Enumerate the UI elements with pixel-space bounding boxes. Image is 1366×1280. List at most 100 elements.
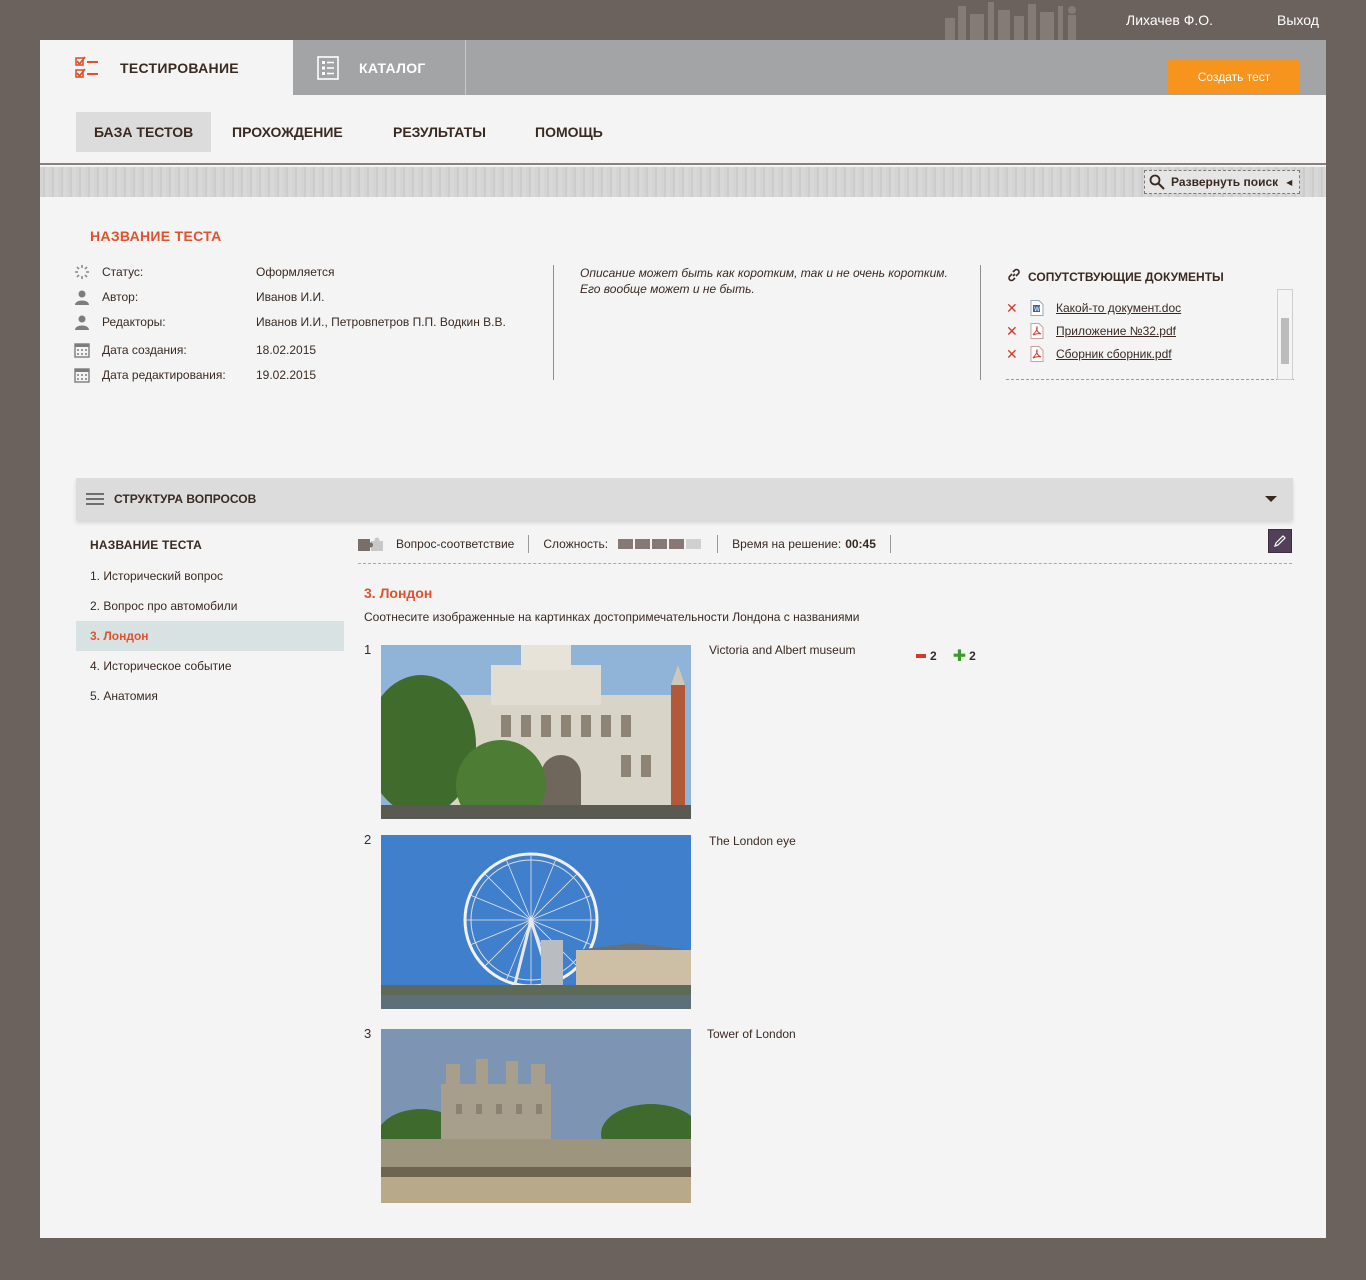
status-spinner-icon bbox=[74, 264, 90, 280]
scrollbar-thumb[interactable] bbox=[1281, 318, 1289, 364]
difficulty-segment-filled bbox=[669, 539, 685, 549]
document-link[interactable]: Приложение №32.pdf bbox=[1056, 324, 1176, 338]
status-value: Оформляется bbox=[256, 265, 335, 279]
question-meta: Вопрос-соответствие Сложность: Время на … bbox=[358, 532, 905, 556]
logout-link[interactable]: Выход bbox=[1277, 12, 1319, 28]
documents-list: ✕ W Какой-то документ.doc ✕ Приложение №… bbox=[1006, 290, 1294, 380]
question-item[interactable]: 4. Историческое событие bbox=[76, 651, 344, 681]
author-value: Иванов И.И. bbox=[256, 290, 325, 304]
subnav-help[interactable]: ПОМОЩЬ bbox=[517, 112, 621, 152]
separator bbox=[528, 535, 530, 553]
score-minus: 2 bbox=[930, 649, 937, 663]
user-icon bbox=[74, 289, 90, 305]
difficulty-segment-filled bbox=[652, 539, 668, 549]
divider bbox=[980, 265, 981, 380]
created-label: Дата создания: bbox=[102, 343, 187, 357]
document-link[interactable]: Какой-то документ.doc bbox=[1056, 301, 1181, 315]
delete-icon[interactable]: ✕ bbox=[1006, 300, 1030, 317]
document-link[interactable]: Сборник сборник.pdf bbox=[1056, 347, 1172, 361]
info-editors: Редакторы: Иванов И.И., Петровпетров П.П… bbox=[74, 312, 506, 332]
info-created: Дата создания: 18.02.2015 bbox=[74, 340, 316, 360]
user-icon bbox=[74, 314, 90, 330]
info-author: Автор: Иванов И.И. bbox=[74, 287, 324, 307]
editors-label: Редакторы: bbox=[102, 315, 166, 329]
question-item[interactable]: 5. Анатомия bbox=[76, 681, 344, 711]
chevron-down-icon[interactable] bbox=[1265, 492, 1277, 506]
pair-name: Victoria and Albert museum bbox=[709, 643, 856, 657]
search-icon bbox=[1149, 174, 1165, 190]
document-item: ✕ Приложение №32.pdf bbox=[1006, 322, 1176, 340]
sub-navigation: БАЗА ТЕСТОВ ПРОХОЖДЕНИЕ РЕЗУЛЬТАТЫ ПОМОЩ… bbox=[40, 95, 1326, 165]
search-strip: Развернуть поиск ◀ bbox=[40, 167, 1326, 197]
difficulty-label: Сложность: bbox=[543, 537, 609, 551]
author-label: Автор: bbox=[102, 290, 139, 304]
pencil-icon bbox=[1273, 534, 1287, 548]
tab-testing-label: ТЕСТИРОВАНИЕ bbox=[120, 59, 239, 76]
chevron-left-icon: ◀ bbox=[1286, 177, 1293, 187]
score-indicator: 2 ✚ 2 bbox=[916, 646, 976, 666]
difficulty-indicator bbox=[618, 539, 703, 549]
pdf-file-icon bbox=[1030, 346, 1050, 362]
pair-number: 3 bbox=[364, 1026, 372, 1041]
expand-search-label: Развернуть поиск bbox=[1171, 175, 1279, 189]
structure-header[interactable]: СТРУКТУРА ВОПРОСОВ bbox=[76, 478, 1293, 520]
question-item[interactable]: 2. Вопрос про автомобили bbox=[76, 591, 344, 621]
tower-image[interactable] bbox=[381, 1029, 691, 1203]
structure-title: СТРУКТУРА ВОПРОСОВ bbox=[114, 492, 257, 506]
question-text: Соотнесите изображенные на картинках дос… bbox=[364, 610, 860, 624]
documents-title: СОПУТСТВУЮЩИЕ ДОКУМЕНТЫ bbox=[1006, 267, 1224, 286]
tab-testing[interactable]: ТЕСТИРОВАНИЕ bbox=[40, 40, 293, 95]
plus-icon: ✚ bbox=[952, 648, 967, 665]
meta-divider bbox=[358, 563, 1292, 564]
documents-title-label: СОПУТСТВУЮЩИЕ ДОКУМЕНТЫ bbox=[1028, 269, 1224, 284]
time-value: 00:45 bbox=[845, 537, 876, 551]
expand-search-button[interactable]: Развернуть поиск ◀ bbox=[1144, 170, 1300, 194]
subnav-tests-base[interactable]: БАЗА ТЕСТОВ bbox=[76, 112, 212, 152]
app-container: ТЕСТИРОВАНИЕ КАТАЛОГ Создать тест БАЗА Т… bbox=[40, 40, 1326, 1238]
minus-icon bbox=[916, 654, 926, 658]
edited-value: 19.02.2015 bbox=[256, 368, 317, 382]
difficulty-segment-empty bbox=[686, 539, 702, 549]
calendar-icon bbox=[74, 342, 90, 358]
created-value: 18.02.2015 bbox=[256, 343, 317, 357]
question-item-active[interactable]: 3. Лондон bbox=[76, 621, 344, 651]
question-title: 3. Лондон bbox=[364, 585, 433, 601]
time-label: Время на решение: bbox=[732, 537, 842, 551]
question-type: Вопрос-соответствие bbox=[396, 537, 515, 551]
question-item[interactable]: 1. Исторический вопрос bbox=[76, 561, 344, 591]
documents-scrollbar[interactable] bbox=[1277, 289, 1293, 380]
main-header: ТЕСТИРОВАНИЕ КАТАЛОГ Создать тест bbox=[40, 40, 1326, 95]
document-item: ✕ Сборник сборник.pdf bbox=[1006, 345, 1172, 363]
delete-icon[interactable]: ✕ bbox=[1006, 323, 1030, 340]
city-skyline-decoration bbox=[945, 2, 1076, 40]
pair-name: The London eye bbox=[709, 834, 796, 848]
pair-number: 2 bbox=[364, 832, 372, 847]
subnav-results[interactable]: РЕЗУЛЬТАТЫ bbox=[375, 112, 504, 152]
document-item: ✕ W Какой-то документ.doc bbox=[1006, 299, 1181, 317]
puzzle-match-icon bbox=[358, 536, 384, 552]
user-name[interactable]: Лихачев Ф.О. bbox=[1126, 12, 1213, 28]
info-edited: Дата редактирования: 19.02.2015 bbox=[74, 365, 316, 385]
score-plus: 2 bbox=[969, 649, 976, 663]
museum-image[interactable] bbox=[381, 645, 691, 819]
tab-catalog-label: КАТАЛОГ bbox=[359, 59, 426, 76]
test-title: НАЗВАНИЕ ТЕСТА bbox=[90, 228, 222, 244]
catalog-list-icon bbox=[317, 55, 339, 80]
london-eye-image[interactable] bbox=[381, 835, 691, 1009]
menu-lines-icon bbox=[86, 492, 104, 506]
pair-number: 1 bbox=[364, 642, 372, 657]
edited-label: Дата редактирования: bbox=[102, 368, 226, 382]
word-file-icon: W bbox=[1030, 300, 1050, 316]
pair-name: Tower of London bbox=[707, 1027, 796, 1041]
delete-icon[interactable]: ✕ bbox=[1006, 346, 1030, 363]
calendar-icon bbox=[74, 367, 90, 383]
separator bbox=[889, 535, 891, 553]
subnav-passing[interactable]: ПРОХОЖДЕНИЕ bbox=[214, 112, 361, 152]
tab-catalog[interactable]: КАТАЛОГ bbox=[293, 40, 466, 95]
info-status: Статус: Оформляется bbox=[74, 262, 334, 282]
difficulty-segment-filled bbox=[635, 539, 651, 549]
create-test-button[interactable]: Создать тест bbox=[1168, 59, 1300, 94]
difficulty-segment-filled bbox=[618, 539, 634, 549]
status-label: Статус: bbox=[102, 265, 144, 279]
edit-button[interactable] bbox=[1268, 529, 1292, 553]
